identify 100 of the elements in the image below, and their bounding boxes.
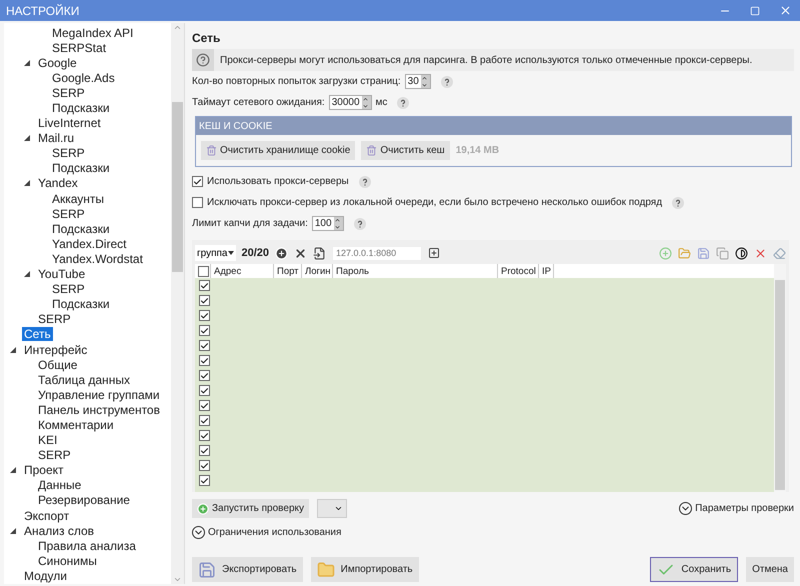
tree-item[interactable]: Yandex.Direct <box>50 236 128 251</box>
address-field[interactable]: 127.0.0.1:8080 <box>332 246 422 260</box>
number-spinner[interactable]: 100 <box>312 216 344 231</box>
folder-icon <box>316 560 335 578</box>
maximize-icon <box>750 6 760 16</box>
bin-icon <box>366 145 378 156</box>
row-checkbox[interactable] <box>199 460 210 471</box>
expanded-arrow-icon[interactable] <box>24 180 30 186</box>
caret-icon <box>334 504 343 513</box>
tree-item[interactable]: Mail.ru <box>36 131 76 146</box>
row-checkbox[interactable] <box>199 430 210 441</box>
cache-size: 19,14 MB <box>456 145 500 156</box>
row-checkbox[interactable] <box>199 355 210 366</box>
tree-item[interactable]: Анализ слов <box>22 524 96 538</box>
field-label: Лимит капчи для задачи: <box>192 218 308 229</box>
clear-button[interactable]: Очистить кеш <box>361 141 450 160</box>
tree-item[interactable]: Комментарии <box>36 418 116 432</box>
tree-item[interactable]: Google.Ads <box>50 70 117 85</box>
contrast-icon[interactable] <box>735 246 748 260</box>
number-spinner[interactable]: 30 <box>404 74 431 89</box>
chevron-down-icon <box>192 526 205 539</box>
add-square-icon[interactable] <box>428 247 440 259</box>
row-checkbox[interactable] <box>199 385 210 396</box>
tree-item[interactable]: Подсказки <box>50 297 112 312</box>
cancel-button[interactable]: Отмена <box>746 557 794 582</box>
tree-item[interactable]: YouTube <box>36 267 88 282</box>
row-checkbox[interactable] <box>199 280 210 291</box>
number-spinner[interactable]: 30000 <box>328 95 372 110</box>
tree-item[interactable]: Резервирование <box>36 493 132 508</box>
import-icon[interactable] <box>313 246 326 260</box>
delete-icon[interactable] <box>294 246 308 260</box>
tree-item[interactable]: SERP <box>50 146 87 160</box>
tree-item[interactable]: Общие <box>36 358 80 372</box>
start-check-button[interactable]: Запустить проверку <box>192 499 309 518</box>
tree-item[interactable]: SERPStat <box>50 40 108 55</box>
row-checkbox[interactable] <box>199 400 210 411</box>
expanded-arrow-icon[interactable] <box>10 467 16 474</box>
row-checkbox[interactable] <box>199 310 210 321</box>
tree-item[interactable]: Проект <box>22 463 66 478</box>
help-icon[interactable] <box>354 218 366 230</box>
remove-icon[interactable] <box>754 246 767 260</box>
row-checkbox[interactable] <box>199 415 210 426</box>
help-icon[interactable] <box>358 176 371 188</box>
tree-item[interactable]: Подсказки <box>50 222 112 236</box>
tree-item[interactable]: Управление группами <box>36 388 162 402</box>
checkbox[interactable] <box>192 176 203 187</box>
tree-item[interactable]: SERP <box>36 448 73 462</box>
field-label: Кол-во повторных попыток загрузки страниц: <box>192 76 401 87</box>
tree-item[interactable]: SERP <box>36 312 73 326</box>
tree-item[interactable]: Подсказки <box>50 161 112 176</box>
expanded-arrow-icon[interactable] <box>24 135 30 142</box>
tree-item[interactable]: MegaIndex API <box>50 26 136 40</box>
tree-item[interactable]: KEI <box>36 433 60 448</box>
tree-item[interactable]: Правила анализа <box>36 538 138 553</box>
unit-label: мс <box>376 97 388 108</box>
import-button[interactable]: Импортировать <box>310 557 419 582</box>
tree-item[interactable]: Аккаунты <box>50 192 106 206</box>
expanded-arrow-icon[interactable] <box>10 528 16 534</box>
row-checkbox[interactable] <box>199 370 210 381</box>
tree-item[interactable]: SERP <box>50 206 87 221</box>
expander[interactable]: Параметры проверки <box>679 502 794 515</box>
save-button[interactable]: Сохранить <box>650 557 738 582</box>
tree-item[interactable]: Панель инструментов <box>36 402 162 417</box>
proxy-count: 20/20 <box>242 247 270 259</box>
tree-item[interactable]: Таблица данных <box>36 372 132 387</box>
expanded-arrow-icon[interactable] <box>10 346 16 353</box>
expander[interactable]: Ограничения использования <box>192 526 342 539</box>
tree-item[interactable]: Yandex.Wordstat <box>50 252 145 266</box>
checkbox[interactable] <box>192 197 203 208</box>
help-icon[interactable] <box>397 96 410 108</box>
tree-item[interactable]: Синонимы <box>36 554 99 568</box>
row-checkbox[interactable] <box>199 445 210 456</box>
expanded-arrow-icon[interactable] <box>24 60 30 66</box>
tree-item[interactable]: Сеть <box>22 327 53 342</box>
tree-item[interactable]: Интерфейс <box>22 342 90 357</box>
tree-item[interactable]: Yandex <box>36 176 80 190</box>
row-checkbox[interactable] <box>199 325 210 336</box>
group-dropdown[interactable]: группа <box>195 245 236 261</box>
row-checkbox[interactable] <box>199 295 210 306</box>
tree-item[interactable]: Подсказки <box>50 101 112 116</box>
section-heading: Сеть <box>192 31 222 45</box>
bin-icon <box>206 145 217 156</box>
tree-item[interactable]: LiveInternet <box>36 116 103 130</box>
select-all-checkbox[interactable] <box>198 266 209 276</box>
row-checkbox[interactable] <box>199 340 210 351</box>
tree-item[interactable]: Модули <box>22 568 69 583</box>
tree-item[interactable]: Экспорт <box>22 508 72 523</box>
help-icon <box>192 49 214 71</box>
tree-item[interactable]: SERP <box>50 86 87 100</box>
tree-item[interactable]: Google <box>36 56 79 70</box>
tree-item[interactable]: SERP <box>50 282 87 296</box>
row-checkbox[interactable] <box>199 475 210 486</box>
tree-item[interactable]: Данные <box>36 478 84 492</box>
expanded-arrow-icon[interactable] <box>24 271 30 278</box>
close-icon <box>778 4 792 17</box>
clear-button[interactable]: Очистить хранилище cookie <box>201 141 356 160</box>
export-button[interactable]: Экспортировать <box>192 557 303 582</box>
help-icon[interactable] <box>672 196 684 208</box>
scrollbar[interactable] <box>774 264 786 492</box>
help-icon[interactable] <box>440 76 453 88</box>
